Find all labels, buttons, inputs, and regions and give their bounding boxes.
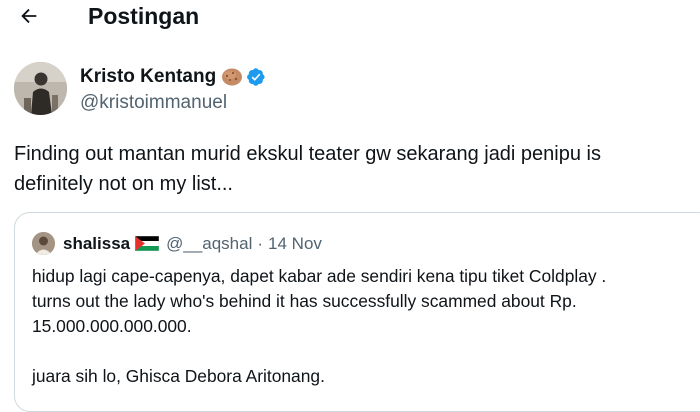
post-text-line: definitely not on my list... — [14, 173, 233, 195]
author-avatar[interactable] — [14, 62, 67, 115]
post-text-line: Finding out mantan murid ekskul teater g… — [14, 143, 601, 165]
quote-date: 14 Nov — [268, 233, 322, 253]
quote-header: shalissa @__aqshal · 14 Nov — [32, 232, 322, 255]
quote-text-line: turns out the lady who's behind it has s… — [32, 291, 577, 311]
quote-text: hidup lagi cape-capenya, dapet kabar ade… — [32, 264, 700, 389]
post-text: Finding out mantan murid ekskul teater g… — [14, 139, 684, 199]
palestine-flag-icon — [135, 236, 160, 251]
quote-author-name: shalissa — [63, 233, 131, 253]
verified-badge-icon — [247, 68, 265, 86]
post-author: Kristo Kentang @kristoimmanuel — [14, 62, 694, 118]
quote-text-line: juara sih lo, Ghisca Debora Aritonang. — [32, 366, 325, 386]
quote-author-handle: @__aqshal — [166, 233, 253, 253]
quoted-post[interactable]: shalissa @__aqshal · 14 Nov hidup lagi c… — [14, 212, 700, 412]
quote-text-line — [32, 339, 700, 364]
quote-text-line: 15.000.000.000.000. — [32, 316, 192, 336]
quote-author-avatar — [32, 232, 55, 255]
quote-text-line: hidup lagi cape-capenya, dapet kabar ade… — [32, 266, 607, 286]
arrow-left-icon — [21, 8, 37, 24]
page-title: Postingan — [88, 3, 200, 29]
author-handle[interactable]: @kristoimmanuel — [80, 91, 227, 115]
back-button[interactable] — [14, 1, 44, 31]
top-bar: Postingan — [0, 0, 700, 34]
potato-emoji-icon — [222, 68, 243, 86]
quote-separator: · — [257, 233, 264, 253]
author-name[interactable]: Kristo Kentang — [80, 65, 216, 89]
